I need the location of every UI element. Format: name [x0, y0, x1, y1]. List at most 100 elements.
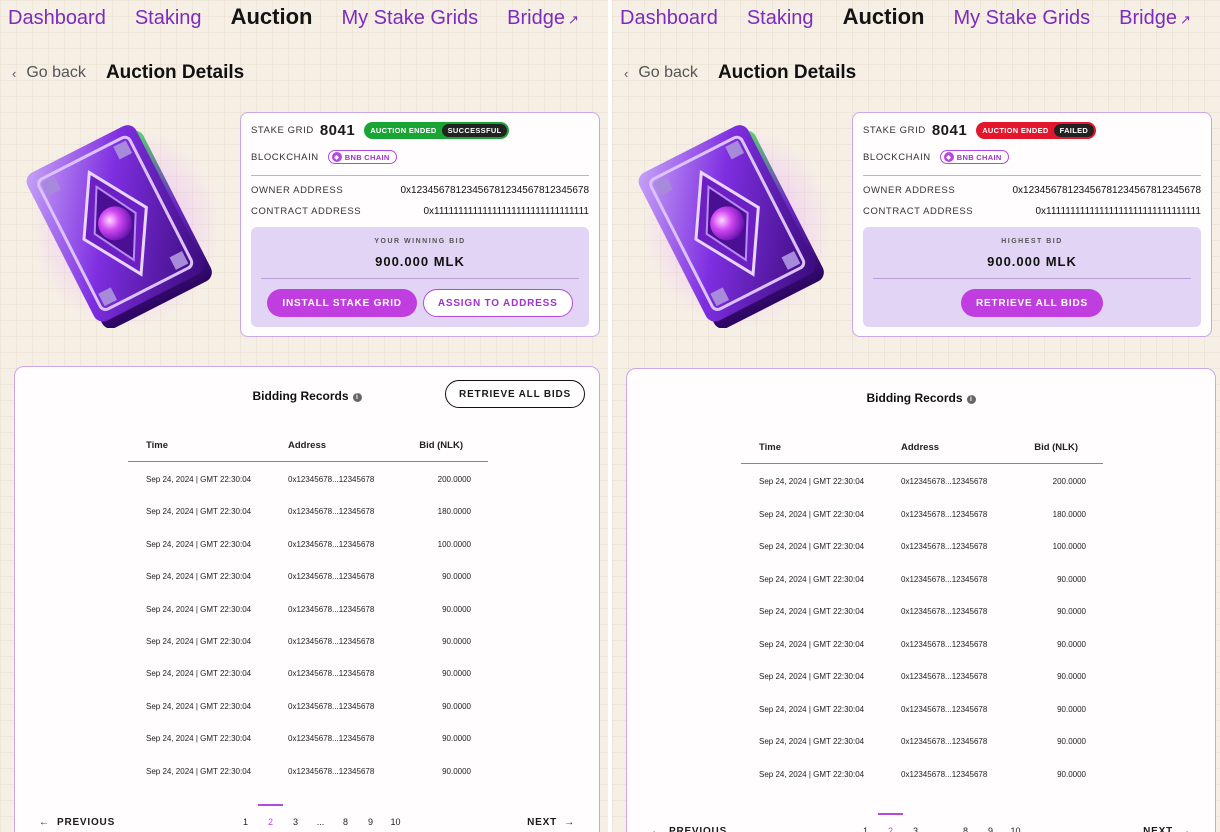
cell-time: Sep 24, 2024 | GMT 22:30:04 [146, 507, 252, 517]
nav-my-stake-grids[interactable]: My Stake Grids [341, 7, 478, 30]
go-back-link[interactable]: Go back [26, 64, 86, 82]
previous-label: PREVIOUS [668, 826, 728, 832]
bidding-records-label: Bidding Records [866, 391, 963, 405]
cell-time: Sep 24, 2024 | GMT 22:30:04 [759, 737, 865, 746]
bid-label: HIGHEST BID [1001, 238, 1063, 245]
owner-address-label: OWNER ADDRESS [251, 185, 344, 196]
page-number[interactable]: 1 [233, 817, 258, 827]
cell-address: 0x12345678...12345678 [288, 734, 375, 744]
page-number[interactable]: 2 [878, 813, 903, 832]
nav-auction[interactable]: Auction [843, 4, 925, 30]
bid-actions: INSTALL STAKE GRID ASSIGN TO ADDRESS [251, 289, 589, 317]
table-body: Sep 24, 2024 | GMT 22:30:04 0x12345678...… [128, 462, 488, 786]
cell-address: 0x12345678...12345678 [288, 572, 375, 582]
owner-address-label: OWNER ADDRESS [863, 185, 956, 196]
table-row: Sep 24, 2024 | GMT 22:30:04 0x12345678...… [741, 497, 1103, 530]
page-number[interactable]: 3 [283, 817, 308, 827]
arrow-left-icon: ← [39, 817, 57, 828]
chevron-left-icon[interactable]: ‹ [624, 66, 628, 81]
page-number[interactable]: 8 [333, 817, 358, 827]
page-title: Auction Details [717, 62, 857, 83]
auction-details-failed-view: Dashboard Staking Auction My Stake Grids… [612, 0, 1220, 832]
cell-bid: 90.0000 [1057, 704, 1086, 714]
blockchain-label: BLOCKCHAIN [863, 151, 931, 163]
cell-bid: 100.0000 [1052, 542, 1086, 551]
arrow-right-icon: → [557, 817, 575, 828]
table-row: Sep 24, 2024 | GMT 22:30:04 0x12345678...… [741, 562, 1103, 595]
page-number[interactable]: 8 [953, 826, 978, 832]
cell-time: Sep 24, 2024 | GMT 22:30:04 [146, 669, 252, 679]
cell-bid: 90.0000 [1057, 672, 1086, 681]
nav-my-stake-grids[interactable]: My Stake Grids [953, 7, 1090, 30]
page-number[interactable]: 9 [978, 826, 1003, 832]
install-stake-grid-button[interactable]: INSTALL STAKE GRID [267, 289, 417, 317]
previous-page-button[interactable]: ← PREVIOUS [651, 826, 727, 832]
bidding-records-card: Bidding Records i Time Address Bid (NLK) … [626, 368, 1216, 832]
chain-badge: ◆ BNB CHAIN [939, 150, 1009, 164]
cell-bid: 100.0000 [437, 539, 471, 549]
page-number[interactable]: 10 [383, 817, 408, 827]
chain-name: BNB CHAIN [956, 152, 1002, 162]
blockchain-row: BLOCKCHAIN ◆ BNB CHAIN [863, 150, 1201, 164]
cell-bid: 90.0000 [1057, 607, 1086, 616]
nav-bridge[interactable]: Bridge ↗ [507, 7, 579, 30]
cell-bid: 90.0000 [1057, 769, 1086, 779]
cell-address: 0x12345678...12345678 [288, 604, 375, 614]
page-number[interactable]: 2 [258, 804, 283, 827]
cell-time: Sep 24, 2024 | GMT 22:30:04 [146, 734, 252, 744]
auction-info-card: STAKE GRID 8041 AUCTION ENDED FAILED BLO… [852, 112, 1212, 337]
page-number[interactable]: 1 [853, 826, 878, 832]
cell-address: 0x12345678...12345678 [288, 701, 375, 711]
pagination: ← PREVIOUS 1 2 3... 8 9 10 NEXT → [651, 813, 1191, 832]
next-label: NEXT [527, 817, 558, 828]
cell-address: 0x12345678...12345678 [901, 769, 988, 779]
page-number[interactable]: 9 [358, 817, 383, 827]
cell-time: Sep 24, 2024 | GMT 22:30:04 [146, 636, 252, 646]
contract-address-label: CONTRACT ADDRESS [863, 206, 974, 217]
stake-grid-label: STAKE GRID [251, 125, 314, 136]
info-icon[interactable]: i [352, 393, 362, 402]
cell-bid: 90.0000 [1057, 639, 1086, 649]
retrieve-all-bids-button[interactable]: RETRIEVE ALL BIDS [445, 380, 585, 408]
contract-address-label: CONTRACT ADDRESS [251, 206, 362, 217]
info-icon[interactable]: i [966, 395, 976, 404]
table-row: Sep 24, 2024 | GMT 22:30:04 0x12345678...… [741, 757, 1103, 790]
bids-table: Time Address Bid (NLK) Sep 24, 2024 | GM… [741, 439, 1103, 789]
assign-to-address-button[interactable]: ASSIGN TO ADDRESS [422, 289, 573, 317]
chain-badge: ◆ BNB CHAIN [327, 150, 397, 164]
nav-staking[interactable]: Staking [747, 7, 814, 30]
table-header: Time Address Bid (NLK) [128, 437, 488, 462]
table-row: Sep 24, 2024 | GMT 22:30:04 0x12345678...… [741, 724, 1103, 757]
nav-bridge[interactable]: Bridge ↗ [1119, 7, 1191, 30]
bidding-records-title: Bidding Records i [627, 391, 1215, 405]
cell-address: 0x12345678...12345678 [288, 507, 375, 517]
next-page-button[interactable]: NEXT → [527, 817, 575, 828]
divider [863, 175, 1201, 176]
cell-bid: 90.0000 [1057, 737, 1086, 746]
cell-address: 0x12345678...12345678 [901, 509, 988, 519]
arrow-left-icon: ← [651, 826, 669, 832]
nav-auction[interactable]: Auction [231, 4, 313, 30]
page-number[interactable]: 10 [1003, 826, 1028, 832]
nav-dashboard[interactable]: Dashboard [8, 7, 106, 30]
nav-dashboard[interactable]: Dashboard [620, 7, 718, 30]
cell-bid: 90.0000 [1057, 574, 1086, 584]
cell-time: Sep 24, 2024 | GMT 22:30:04 [759, 607, 865, 616]
go-back-link[interactable]: Go back [638, 64, 698, 82]
stake-grid-card-image [638, 125, 828, 328]
page-numbers: 1 2 3... 8 9 10 [853, 813, 1028, 832]
previous-page-button[interactable]: ← PREVIOUS [39, 817, 115, 828]
cell-bid: 90.0000 [442, 604, 471, 614]
next-page-button[interactable]: NEXT → [1143, 826, 1191, 832]
cell-time: Sep 24, 2024 | GMT 22:30:04 [146, 539, 252, 549]
cell-address: 0x12345678...12345678 [288, 766, 375, 776]
page-number[interactable]: 3 [903, 826, 928, 832]
chevron-left-icon[interactable]: ‹ [12, 66, 16, 81]
divider [261, 278, 579, 279]
retrieve-all-bids-button[interactable]: RETRIEVE ALL BIDS [961, 289, 1103, 317]
owner-address-row: OWNER ADDRESS 0x123456781234567812345678… [863, 185, 1201, 196]
bid-actions: RETRIEVE ALL BIDS [863, 289, 1201, 317]
page-numbers: 1 2 3... 8 9 10 [233, 804, 408, 827]
table-row: Sep 24, 2024 | GMT 22:30:04 0x12345678...… [128, 592, 488, 624]
nav-staking[interactable]: Staking [135, 7, 202, 30]
